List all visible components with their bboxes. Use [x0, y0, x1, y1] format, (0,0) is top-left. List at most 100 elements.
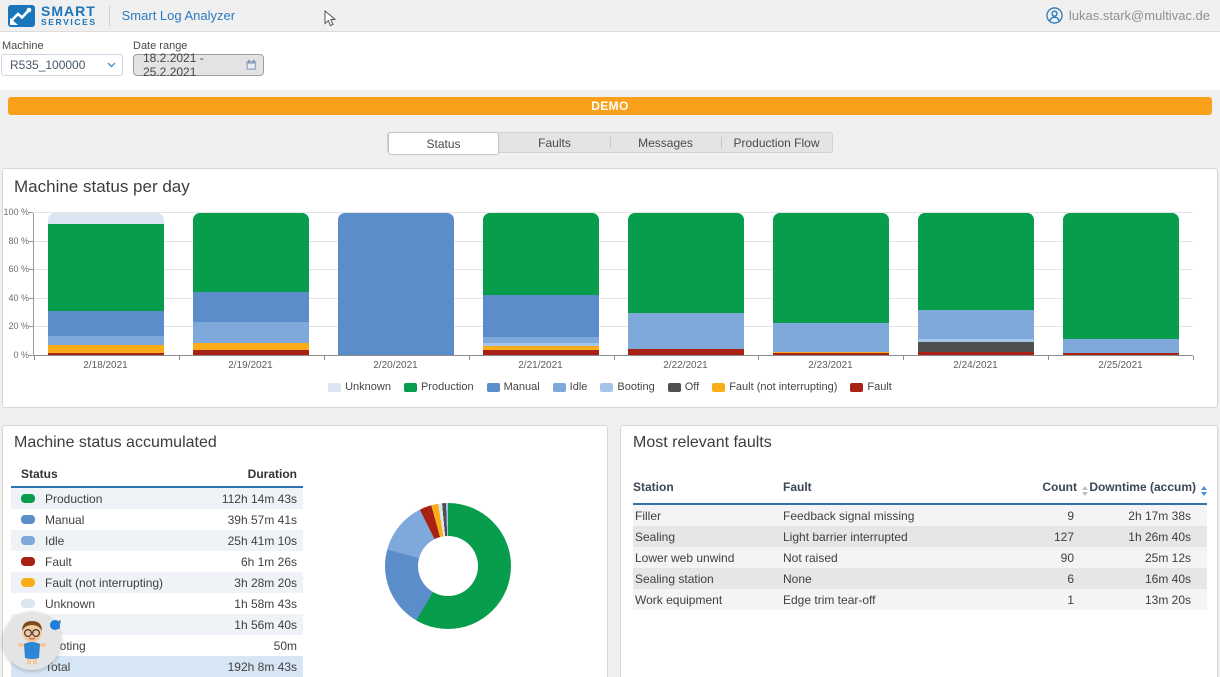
bar-segment-idle[interactable]	[1063, 339, 1179, 353]
legend-item-unknown[interactable]: Unknown	[328, 381, 391, 393]
date-range-value: 18.2.2021 - 25.2.2021	[143, 51, 246, 79]
app-title: Smart Log Analyzer	[122, 8, 235, 23]
bar-segment-idle[interactable]	[193, 322, 309, 343]
status-name: Fault	[45, 555, 241, 569]
x-axis-label: 2/23/2021	[758, 360, 903, 371]
machine-select[interactable]: R535_100000	[1, 54, 123, 76]
legend-swatch	[487, 383, 500, 392]
bar-segment-manual[interactable]	[338, 213, 454, 356]
bar-slot	[903, 213, 1048, 356]
bar-segment-manual[interactable]	[483, 295, 599, 338]
legend-item-fault-not-interrupting-[interactable]: Fault (not interrupting)	[712, 381, 837, 393]
table-row[interactable]: SealingLight barrier interrupted1271h 26…	[633, 526, 1207, 547]
faults-col-count[interactable]: Count	[1008, 480, 1088, 496]
bar-segment-production[interactable]	[193, 213, 309, 292]
bar-segment-idle[interactable]	[918, 310, 1034, 339]
tab-production-flow[interactable]: Production Flow	[721, 133, 832, 152]
stacked-bar-2/22/2021[interactable]	[628, 213, 744, 356]
bar-segment-manual[interactable]	[193, 292, 309, 322]
bar-segment-idle[interactable]	[48, 336, 164, 345]
machine-select-value: R535_100000	[10, 58, 85, 72]
bar-segment-unknown[interactable]	[48, 213, 164, 224]
legend-item-production[interactable]: Production	[404, 381, 474, 393]
logo-chart-icon	[8, 5, 35, 27]
chart-legend: Unknown Production Manual Idle Booting Off Fau…	[3, 381, 1217, 393]
table-row[interactable]: Work equipmentEdge trim tear-off113m 20s	[633, 589, 1207, 610]
legend-label: Booting	[617, 381, 654, 393]
fault-text: Feedback signal missing	[783, 509, 1008, 523]
bar-slot	[179, 213, 324, 356]
stacked-bar-2/25/2021[interactable]	[1063, 213, 1179, 356]
tab-status[interactable]: Status	[388, 132, 499, 155]
per-day-chart-title: Machine status per day	[14, 177, 190, 197]
fault-count: 9	[1008, 509, 1088, 523]
stacked-bar-2/23/2021[interactable]	[773, 213, 889, 356]
stacked-bar-2/21/2021[interactable]	[483, 213, 599, 356]
legend-swatch	[553, 383, 566, 392]
stacked-bar-2/18/2021[interactable]	[48, 213, 164, 356]
fault-station: Sealing station	[633, 572, 783, 586]
axis-tick	[29, 298, 33, 299]
tab-faults[interactable]: Faults	[499, 133, 610, 152]
status-color-pill	[21, 557, 35, 566]
bar-segment-idle[interactable]	[773, 323, 889, 352]
fault-text: Not raised	[783, 551, 1008, 565]
bar-segment-production[interactable]	[918, 213, 1034, 310]
table-row[interactable]: Lower web unwindNot raised9025m 12s	[633, 547, 1207, 568]
faults-table-header: StationFaultCountDowntime (accum)	[633, 476, 1207, 505]
bar-segment-fault-not-interrupting-[interactable]	[48, 345, 164, 354]
status-donut-chart[interactable]	[385, 503, 511, 629]
legend-item-booting[interactable]: Booting	[600, 381, 654, 393]
user-account[interactable]: lukas.stark@multivac.de	[1046, 7, 1210, 24]
filter-bar: Machine Date range R535_100000 18.2.2021…	[0, 32, 1220, 90]
bar-segment-production[interactable]	[773, 213, 889, 323]
machine-status-accumulated-panel: Machine status accumulated Status Durati…	[2, 425, 608, 677]
status-duration: 39h 57m 41s	[228, 513, 297, 527]
bar-segment-manual[interactable]	[48, 311, 164, 336]
bar-chart-plot	[33, 213, 1193, 356]
smart-services-logo[interactable]: SMART SERVICES	[8, 4, 97, 27]
x-axis-label: 2/22/2021	[613, 360, 758, 371]
legend-item-fault[interactable]: Fault	[850, 381, 891, 393]
user-email: lukas.stark@multivac.de	[1069, 8, 1210, 23]
legend-item-off[interactable]: Off	[668, 381, 699, 393]
faults-col-downtime-accum-[interactable]: Downtime (accum)	[1088, 480, 1207, 496]
demo-banner-text: DEMO	[591, 99, 629, 113]
bar-slot	[1048, 213, 1193, 356]
bar-segment-fault-not-interrupting-[interactable]	[193, 343, 309, 350]
bar-slot	[34, 213, 179, 356]
status-name: Booting	[45, 639, 274, 653]
date-range-input[interactable]: 18.2.2021 - 25.2.2021	[133, 54, 264, 76]
legend-item-idle[interactable]: Idle	[553, 381, 588, 393]
status-duration: 192h 8m 43s	[228, 660, 297, 674]
bar-segment-production[interactable]	[1063, 213, 1179, 339]
bar-slot	[324, 213, 469, 356]
legend-item-manual[interactable]: Manual	[487, 381, 540, 393]
stacked-bar-2/24/2021[interactable]	[918, 213, 1034, 356]
sort-icon[interactable]	[1201, 486, 1207, 496]
y-axis-label: 100 %	[3, 207, 29, 217]
legend-swatch	[328, 383, 341, 392]
status-color-pill	[21, 578, 35, 587]
status-color-pill	[21, 494, 35, 503]
bar-segment-production[interactable]	[48, 224, 164, 311]
bar-segment-off[interactable]	[918, 342, 1034, 352]
legend-swatch	[600, 383, 613, 392]
stacked-bar-2/19/2021[interactable]	[193, 213, 309, 356]
bar-segment-production[interactable]	[628, 213, 744, 313]
axis-tick	[29, 269, 33, 270]
stacked-bar-2/20/2021[interactable]	[338, 213, 454, 356]
bar-slot	[758, 213, 903, 356]
status-duration: 25h 41m 10s	[228, 534, 297, 548]
table-row[interactable]: FillerFeedback signal missing92h 17m 38s	[633, 505, 1207, 526]
tab-messages[interactable]: Messages	[610, 133, 721, 152]
assistant-chat-widget[interactable]	[3, 612, 61, 670]
fault-downtime: 16m 40s	[1088, 572, 1207, 586]
x-axis-label: 2/19/2021	[178, 360, 323, 371]
status-duration: 3h 28m 20s	[234, 576, 297, 590]
logo-line1: SMART	[41, 4, 97, 18]
bar-segment-production[interactable]	[483, 213, 599, 295]
bar-segment-idle[interactable]	[628, 313, 744, 349]
table-row[interactable]: Sealing stationNone616m 40s	[633, 568, 1207, 589]
bars-row	[34, 213, 1193, 356]
